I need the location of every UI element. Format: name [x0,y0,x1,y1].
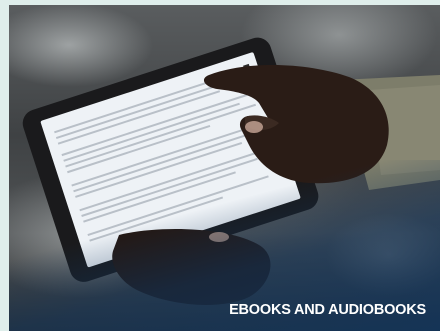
tablet-reading-photo [9,5,440,331]
tablet-illustration [22,37,440,305]
tile-caption: EBOOKS AND AUDIOBOOKS [229,302,426,318]
left-hand [112,229,271,305]
ebooks-audiobooks-tile[interactable]: EBOOKS AND AUDIOBOOKS [0,0,440,331]
